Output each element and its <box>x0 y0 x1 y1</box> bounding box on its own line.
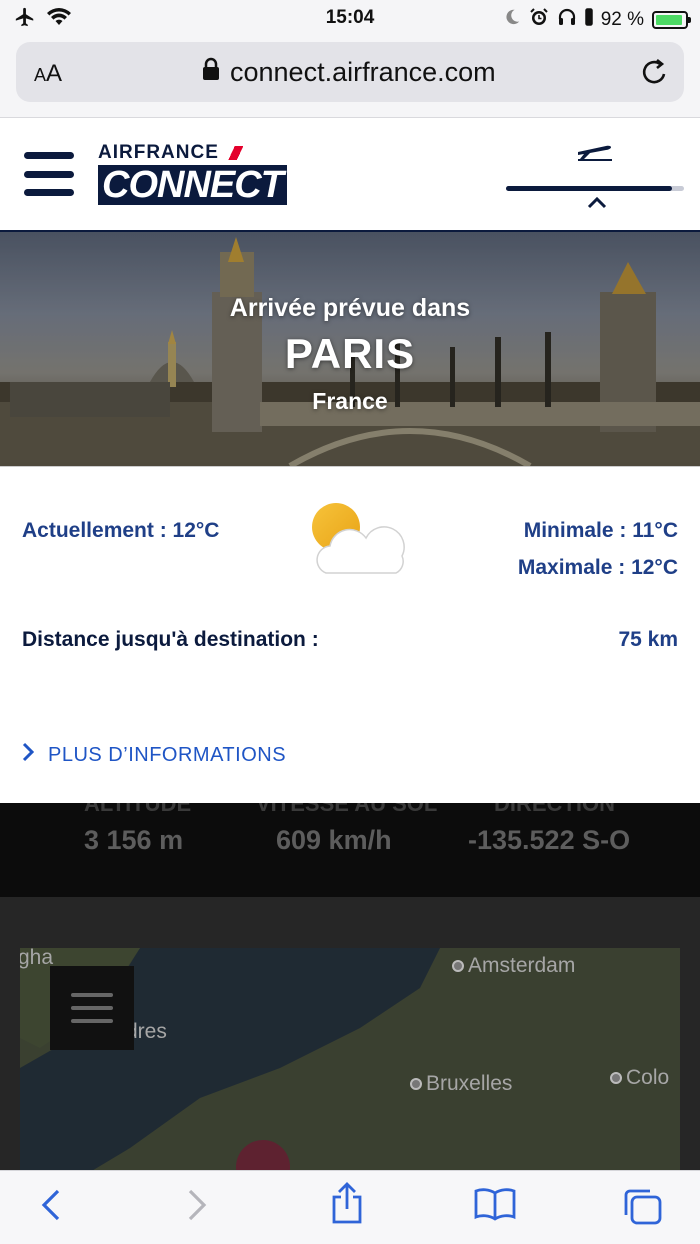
destination-city: PARIS <box>284 330 416 377</box>
flight-stats: ALTITUDE VITESSE AU SOL DIRECTION 3 156 … <box>0 803 700 897</box>
chevron-up-icon[interactable] <box>586 196 608 215</box>
flight-map[interactable]: gha Amsterdam dres Bruxelles Colo <box>20 948 680 1170</box>
distance-value: 75 km <box>618 628 678 651</box>
city-label: Bruxelles <box>426 1072 513 1095</box>
plane-landing-icon <box>576 140 614 167</box>
battery-icon <box>652 11 691 29</box>
direction-value: -135.522 S-O <box>468 825 631 855</box>
flight-progress-fill <box>506 186 672 191</box>
share-icon[interactable] <box>328 1181 366 1230</box>
reload-icon[interactable] <box>640 56 670 93</box>
text-size-button[interactable]: AA <box>34 60 62 88</box>
airfrance-connect-logo[interactable]: AIRFRANCE CONNECT <box>98 142 287 205</box>
speed-value: 609 km/h <box>276 825 392 855</box>
url-text[interactable]: connect.airfrance.com <box>230 57 496 88</box>
city-label: Amsterdam <box>468 954 576 977</box>
current-temperature: Actuellement : 12°C <box>22 519 220 542</box>
app-header: AIRFRANCE CONNECT <box>0 118 700 232</box>
chevron-right-icon <box>22 742 35 768</box>
more-info-label: PLUS D’INFORMATIONS <box>48 743 287 766</box>
destination-hero: Arrivée prévue dans PARIS France <box>0 232 700 466</box>
address-bar[interactable]: AA connect.airfrance.com <box>16 42 684 102</box>
weather-card: Actuellement : 12°C Minimale : 11°C Maxi… <box>0 466 700 700</box>
map-city-bruxelles: Bruxelles <box>410 1072 512 1096</box>
min-temperature: Minimale : 11°C <box>523 519 678 542</box>
more-info-link[interactable]: PLUS D’INFORMATIONS <box>22 742 286 768</box>
text-size-label: A <box>46 60 63 87</box>
direction-label: DIRECTION <box>494 803 615 816</box>
destination-country: France <box>312 388 388 414</box>
menu-icon[interactable] <box>24 152 74 196</box>
partly-cloudy-icon <box>308 503 408 583</box>
browser-toolbar <box>0 1170 700 1244</box>
dimmed-background: ALTITUDE VITESSE AU SOL DIRECTION 3 156 … <box>0 803 700 1170</box>
more-info-section: PLUS D’INFORMATIONS <box>0 700 700 803</box>
altitude-label: ALTITUDE <box>84 803 192 816</box>
alarm-icon <box>529 7 549 33</box>
brand-bottom: CONNECT <box>98 165 287 205</box>
flight-progress[interactable] <box>506 138 684 209</box>
moon-icon <box>503 8 521 32</box>
back-icon[interactable] <box>38 1185 64 1230</box>
map-city-amsterdam: Amsterdam <box>452 954 575 978</box>
af-stripe-icon <box>225 145 244 160</box>
map-menu-button[interactable] <box>50 966 134 1050</box>
max-temperature: Maximale : 12°C <box>517 556 678 579</box>
city-label: Colo <box>626 1066 670 1089</box>
altitude-value: 3 156 m <box>84 825 184 855</box>
bookmarks-icon[interactable] <box>474 1187 516 1226</box>
forward-icon[interactable] <box>184 1185 210 1230</box>
tabs-icon[interactable] <box>622 1187 664 1232</box>
map-city-cologne: Colo <box>610 1066 669 1090</box>
battery-percent: 92 % <box>600 9 644 30</box>
arrival-label: Arrivée prévue dans <box>229 294 471 322</box>
speed-label: VITESSE AU SOL <box>256 803 438 816</box>
status-bar: 15:04 92 % <box>0 0 700 40</box>
browser-address-area: AA connect.airfrance.com <box>0 40 700 118</box>
map-city-partial: gha <box>20 948 54 969</box>
battery-icon-small <box>584 7 593 33</box>
distance-label: Distance jusqu'à destination : <box>22 628 319 651</box>
lock-icon <box>202 57 220 88</box>
headphones-icon <box>557 7 577 33</box>
brand-top: AIRFRANCE <box>98 142 219 163</box>
